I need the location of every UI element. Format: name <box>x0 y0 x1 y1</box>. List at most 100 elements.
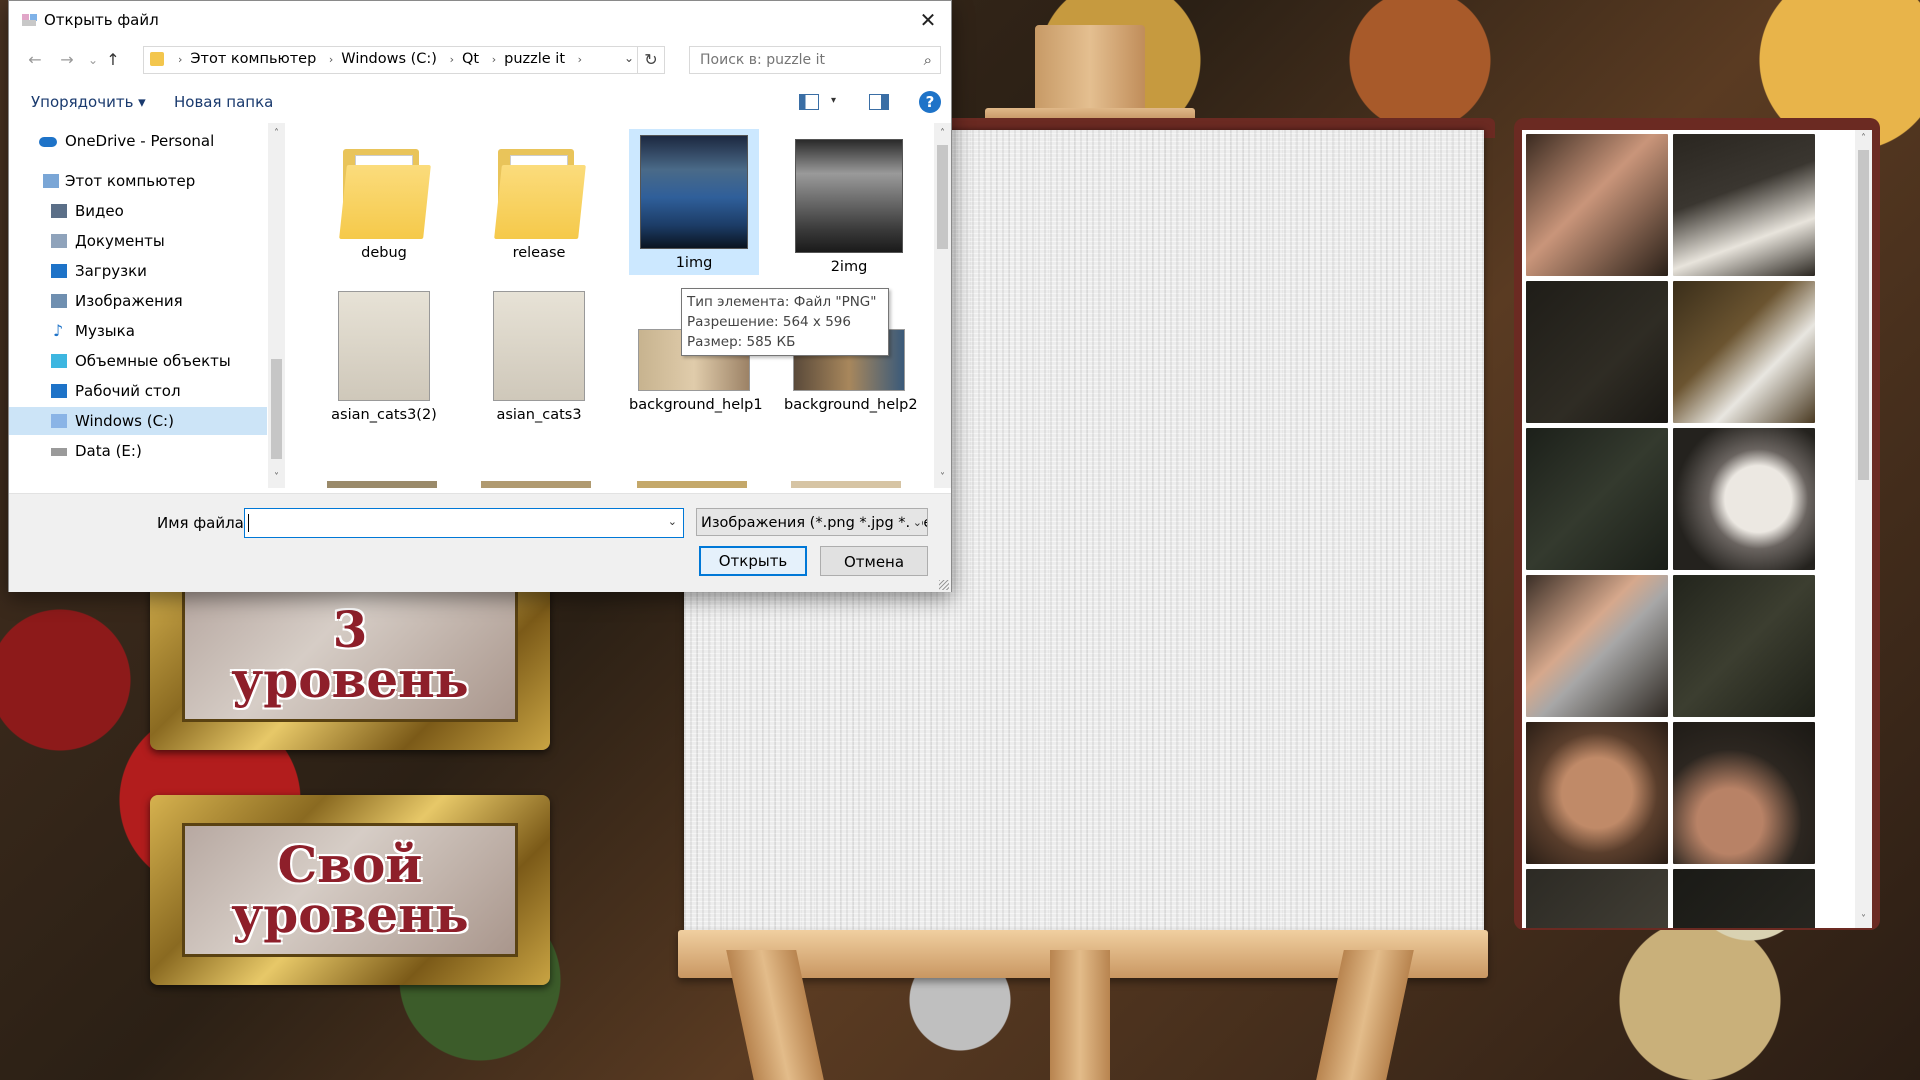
scroll-down-arrow-icon[interactable]: ˅ <box>934 469 951 486</box>
file-name: 2img <box>830 259 868 275</box>
music-icon: ♪ <box>53 321 64 340</box>
file-item-release[interactable]: release <box>474 133 604 281</box>
help-icon[interactable]: ? <box>919 91 941 113</box>
puzzle-piece[interactable] <box>1526 134 1668 276</box>
breadcrumb-item[interactable]: Windows (C:) <box>341 51 437 67</box>
search-input[interactable] <box>698 51 912 69</box>
nav-item-video[interactable]: Видео <box>9 197 267 225</box>
puzzle-piece[interactable] <box>1526 575 1668 717</box>
view-mode-dropdown-icon[interactable]: ▾ <box>831 95 836 106</box>
file-name: background_help2 <box>784 397 918 413</box>
nav-item-documents[interactable]: Документы <box>9 227 267 255</box>
file-name: asian_cats3 <box>496 407 582 423</box>
resize-grip-icon[interactable] <box>939 580 949 590</box>
file-item-asian-cats3[interactable]: asian_cats3 <box>474 285 604 445</box>
organize-button[interactable]: Упорядочить ▾ <box>31 93 146 111</box>
nav-item-label: OneDrive - Personal <box>65 132 215 150</box>
scroll-thumb[interactable] <box>1858 150 1869 480</box>
address-dropdown-icon[interactable]: ⌄ <box>624 51 634 65</box>
nav-item-pictures[interactable]: Изображения <box>9 287 267 315</box>
new-folder-button[interactable]: Новая папка <box>174 93 273 111</box>
pieces-scrollbar[interactable]: ˄ ˅ <box>1855 130 1872 928</box>
refresh-icon[interactable]: ↻ <box>637 47 664 73</box>
file-item-asian-cats3-2[interactable]: asian_cats3(2) <box>319 285 449 445</box>
video-icon <box>51 204 67 218</box>
puzzle-piece[interactable] <box>1526 428 1668 570</box>
puzzle-piece[interactable] <box>1673 575 1815 717</box>
nav-item-windows-c[interactable]: Windows (C:) <box>9 407 267 435</box>
nav-item-music[interactable]: ♪ Музыка <box>9 317 267 345</box>
puzzle-piece[interactable] <box>1673 134 1815 276</box>
breadcrumb-item[interactable]: Этот компьютер <box>190 51 316 67</box>
file-item-2img[interactable]: 2img <box>784 133 914 281</box>
back-arrow-icon[interactable]: ← <box>23 49 47 71</box>
nav-item-this-pc[interactable]: Этот компьютер <box>9 167 267 195</box>
preview-pane-icon[interactable] <box>869 94 889 110</box>
nav-item-label: Windows (C:) <box>75 412 174 430</box>
filter-dropdown-icon[interactable]: ⌄ <box>909 509 922 535</box>
puzzle-piece[interactable] <box>1526 722 1668 864</box>
nav-item-label: Видео <box>75 202 124 220</box>
scroll-down-arrow-icon[interactable]: ˅ <box>1855 911 1872 928</box>
nav-item-label: Объемные объекты <box>75 352 231 370</box>
file-item-debug[interactable]: debug <box>319 133 449 281</box>
puzzle-piece[interactable] <box>1526 869 1668 928</box>
custom-level-button[interactable]: Свой уровень <box>150 795 550 985</box>
up-arrow-icon[interactable]: ↑ <box>101 49 125 71</box>
puzzle-piece[interactable] <box>1673 869 1815 928</box>
scroll-thumb[interactable] <box>271 359 282 459</box>
filename-label: Имя файла: <box>157 514 249 532</box>
pieces-panel: ˄ ˅ <box>1522 130 1872 928</box>
nav-item-data-e[interactable]: Data (E:) <box>9 437 267 465</box>
tooltip-resolution: Разрешение: 564 x 596 <box>687 314 851 330</box>
tooltip-size: Размер: 585 КБ <box>687 334 796 350</box>
puzzle-piece[interactable] <box>1673 428 1815 570</box>
easel-leg-center <box>1050 950 1110 1080</box>
filename-input[interactable]: ⌄ <box>244 508 684 538</box>
nav-item-downloads[interactable]: Загрузки <box>9 257 267 285</box>
dialog-titlebar[interactable]: Открыть файл ✕ <box>9 1 951 39</box>
navigation-pane: OneDrive - Personal Этот компьютер Видео… <box>9 123 267 488</box>
breadcrumb-separator-icon[interactable]: › <box>492 53 496 66</box>
file-type-filter[interactable]: Изображения (*.png *.jpg *.jpe ⌄ <box>696 508 928 536</box>
file-list-scrollbar[interactable]: ˄ ˅ <box>934 123 951 488</box>
dialog-bottom-bar: Имя файла: ⌄ Изображения (*.png *.jpg *.… <box>9 493 951 592</box>
puzzle-piece[interactable] <box>1673 722 1815 864</box>
view-mode-icon[interactable] <box>799 94 819 110</box>
search-box[interactable]: ⌕ <box>689 46 941 74</box>
nav-item-onedrive[interactable]: OneDrive - Personal <box>9 127 267 155</box>
partial-thumbnail <box>791 481 901 488</box>
scroll-up-arrow-icon[interactable]: ˄ <box>934 125 951 142</box>
forward-arrow-icon[interactable]: → <box>55 49 79 71</box>
image-thumbnail <box>795 139 903 253</box>
breadcrumb-item[interactable]: puzzle it <box>504 51 565 67</box>
open-button[interactable]: Открыть <box>699 546 807 576</box>
text-caret <box>248 514 249 532</box>
breadcrumb-separator-icon[interactable]: › <box>578 53 582 66</box>
level-3-label: 3 уровень <box>231 600 469 709</box>
file-type-filter-value: Изображения (*.png *.jpg *.jpe <box>701 515 928 531</box>
downloads-icon <box>51 264 67 278</box>
scroll-down-arrow-icon[interactable]: ˅ <box>268 469 285 486</box>
breadcrumb-separator-icon[interactable]: › <box>450 53 454 66</box>
nav-item-label: Загрузки <box>75 262 147 280</box>
close-icon[interactable]: ✕ <box>905 1 951 39</box>
search-icon[interactable]: ⌕ <box>924 51 932 69</box>
scroll-up-arrow-icon[interactable]: ˄ <box>268 125 285 142</box>
nav-pane-scrollbar[interactable]: ˄ ˅ <box>268 123 285 488</box>
scroll-thumb[interactable] <box>937 145 948 249</box>
puzzle-piece[interactable] <box>1526 281 1668 423</box>
nav-item-desktop[interactable]: Рабочий стол <box>9 377 267 405</box>
address-bar[interactable]: › Этот компьютер › Windows (C:) › Qt › puzzl… <box>143 46 665 74</box>
breadcrumb-separator-icon[interactable]: › <box>329 53 333 66</box>
breadcrumb-item[interactable]: Qt <box>462 51 479 67</box>
cancel-button[interactable]: Отмена <box>820 546 928 576</box>
filename-dropdown-icon[interactable]: ⌄ <box>668 515 677 528</box>
drive-icon <box>51 448 67 456</box>
nav-item-3d-objects[interactable]: Объемные объекты <box>9 347 267 375</box>
puzzle-piece[interactable] <box>1673 281 1815 423</box>
partial-thumbnail <box>327 481 437 488</box>
file-item-1img[interactable]: 1img <box>629 129 759 275</box>
nav-item-label: Документы <box>75 232 165 250</box>
scroll-up-arrow-icon[interactable]: ˄ <box>1855 130 1872 147</box>
